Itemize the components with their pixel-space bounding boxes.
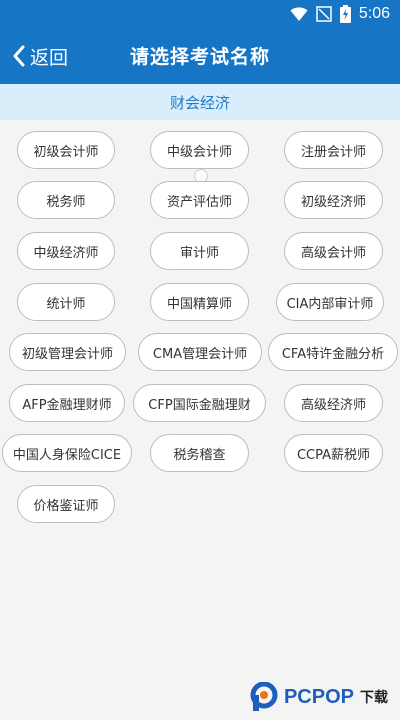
exam-option-ccpa[interactable]: CCPA薪税师	[284, 434, 383, 472]
watermark: PCPOP 下载	[250, 682, 388, 712]
exam-option-intermediate-economist[interactable]: 中级经济师	[17, 232, 115, 270]
exam-option-actuary[interactable]: 中国精算师	[150, 283, 249, 321]
status-time: 5:06	[358, 5, 390, 22]
exam-option-junior-economist[interactable]: 初级经济师	[284, 181, 383, 219]
watermark-suffix: 下载	[360, 690, 388, 706]
status-bar: 5:06	[0, 0, 400, 28]
exam-option-tax-advisor[interactable]: 税务师	[17, 181, 115, 219]
exam-option-senior-economist[interactable]: 高级经济师	[284, 384, 383, 422]
watermark-brand: PCPOP	[283, 685, 354, 708]
exam-option-cfa[interactable]: CFA特许金融分析	[268, 333, 398, 371]
exam-option-intermediate-accountant[interactable]: 中级会计师	[150, 131, 249, 169]
exam-option-cice[interactable]: 中国人身保险CICE	[2, 434, 132, 472]
exam-option-tax-audit[interactable]: 税务稽查	[150, 434, 249, 472]
battery-charging-icon	[339, 5, 351, 23]
exam-option-statistician[interactable]: 统计师	[17, 283, 115, 321]
exam-option-price-appraiser[interactable]: 价格鉴证师	[17, 485, 115, 523]
wifi-icon	[290, 7, 308, 21]
exam-option-junior-accountant[interactable]: 初级会计师	[17, 131, 115, 169]
pcpop-logo-icon	[250, 682, 278, 711]
exam-option-senior-accountant[interactable]: 高级会计师	[284, 232, 383, 270]
exam-option-afp[interactable]: AFP金融理财师	[9, 384, 125, 422]
exam-option-cpa[interactable]: 注册会计师	[284, 131, 383, 169]
page-title: 请选择考试名称	[129, 46, 270, 68]
exam-option-junior-management-accountant[interactable]: 初级管理会计师	[9, 333, 126, 371]
no-signal-icon	[316, 6, 332, 22]
exam-option-cfp[interactable]: CFP国际金融理财	[133, 384, 266, 422]
exam-option-auditor[interactable]: 审计师	[150, 232, 249, 270]
status-icons: 5:06	[290, 4, 390, 24]
exam-option-cia[interactable]: CIA内部审计师	[276, 283, 384, 321]
exam-option-asset-appraiser[interactable]: 资产评估师	[150, 181, 249, 219]
category-label: 财会经济	[169, 93, 230, 112]
category-header: 财会经济	[0, 84, 400, 120]
app-bar: 返回 请选择考试名称	[0, 28, 400, 84]
exam-option-cma[interactable]: CMA管理会计师	[138, 333, 262, 371]
